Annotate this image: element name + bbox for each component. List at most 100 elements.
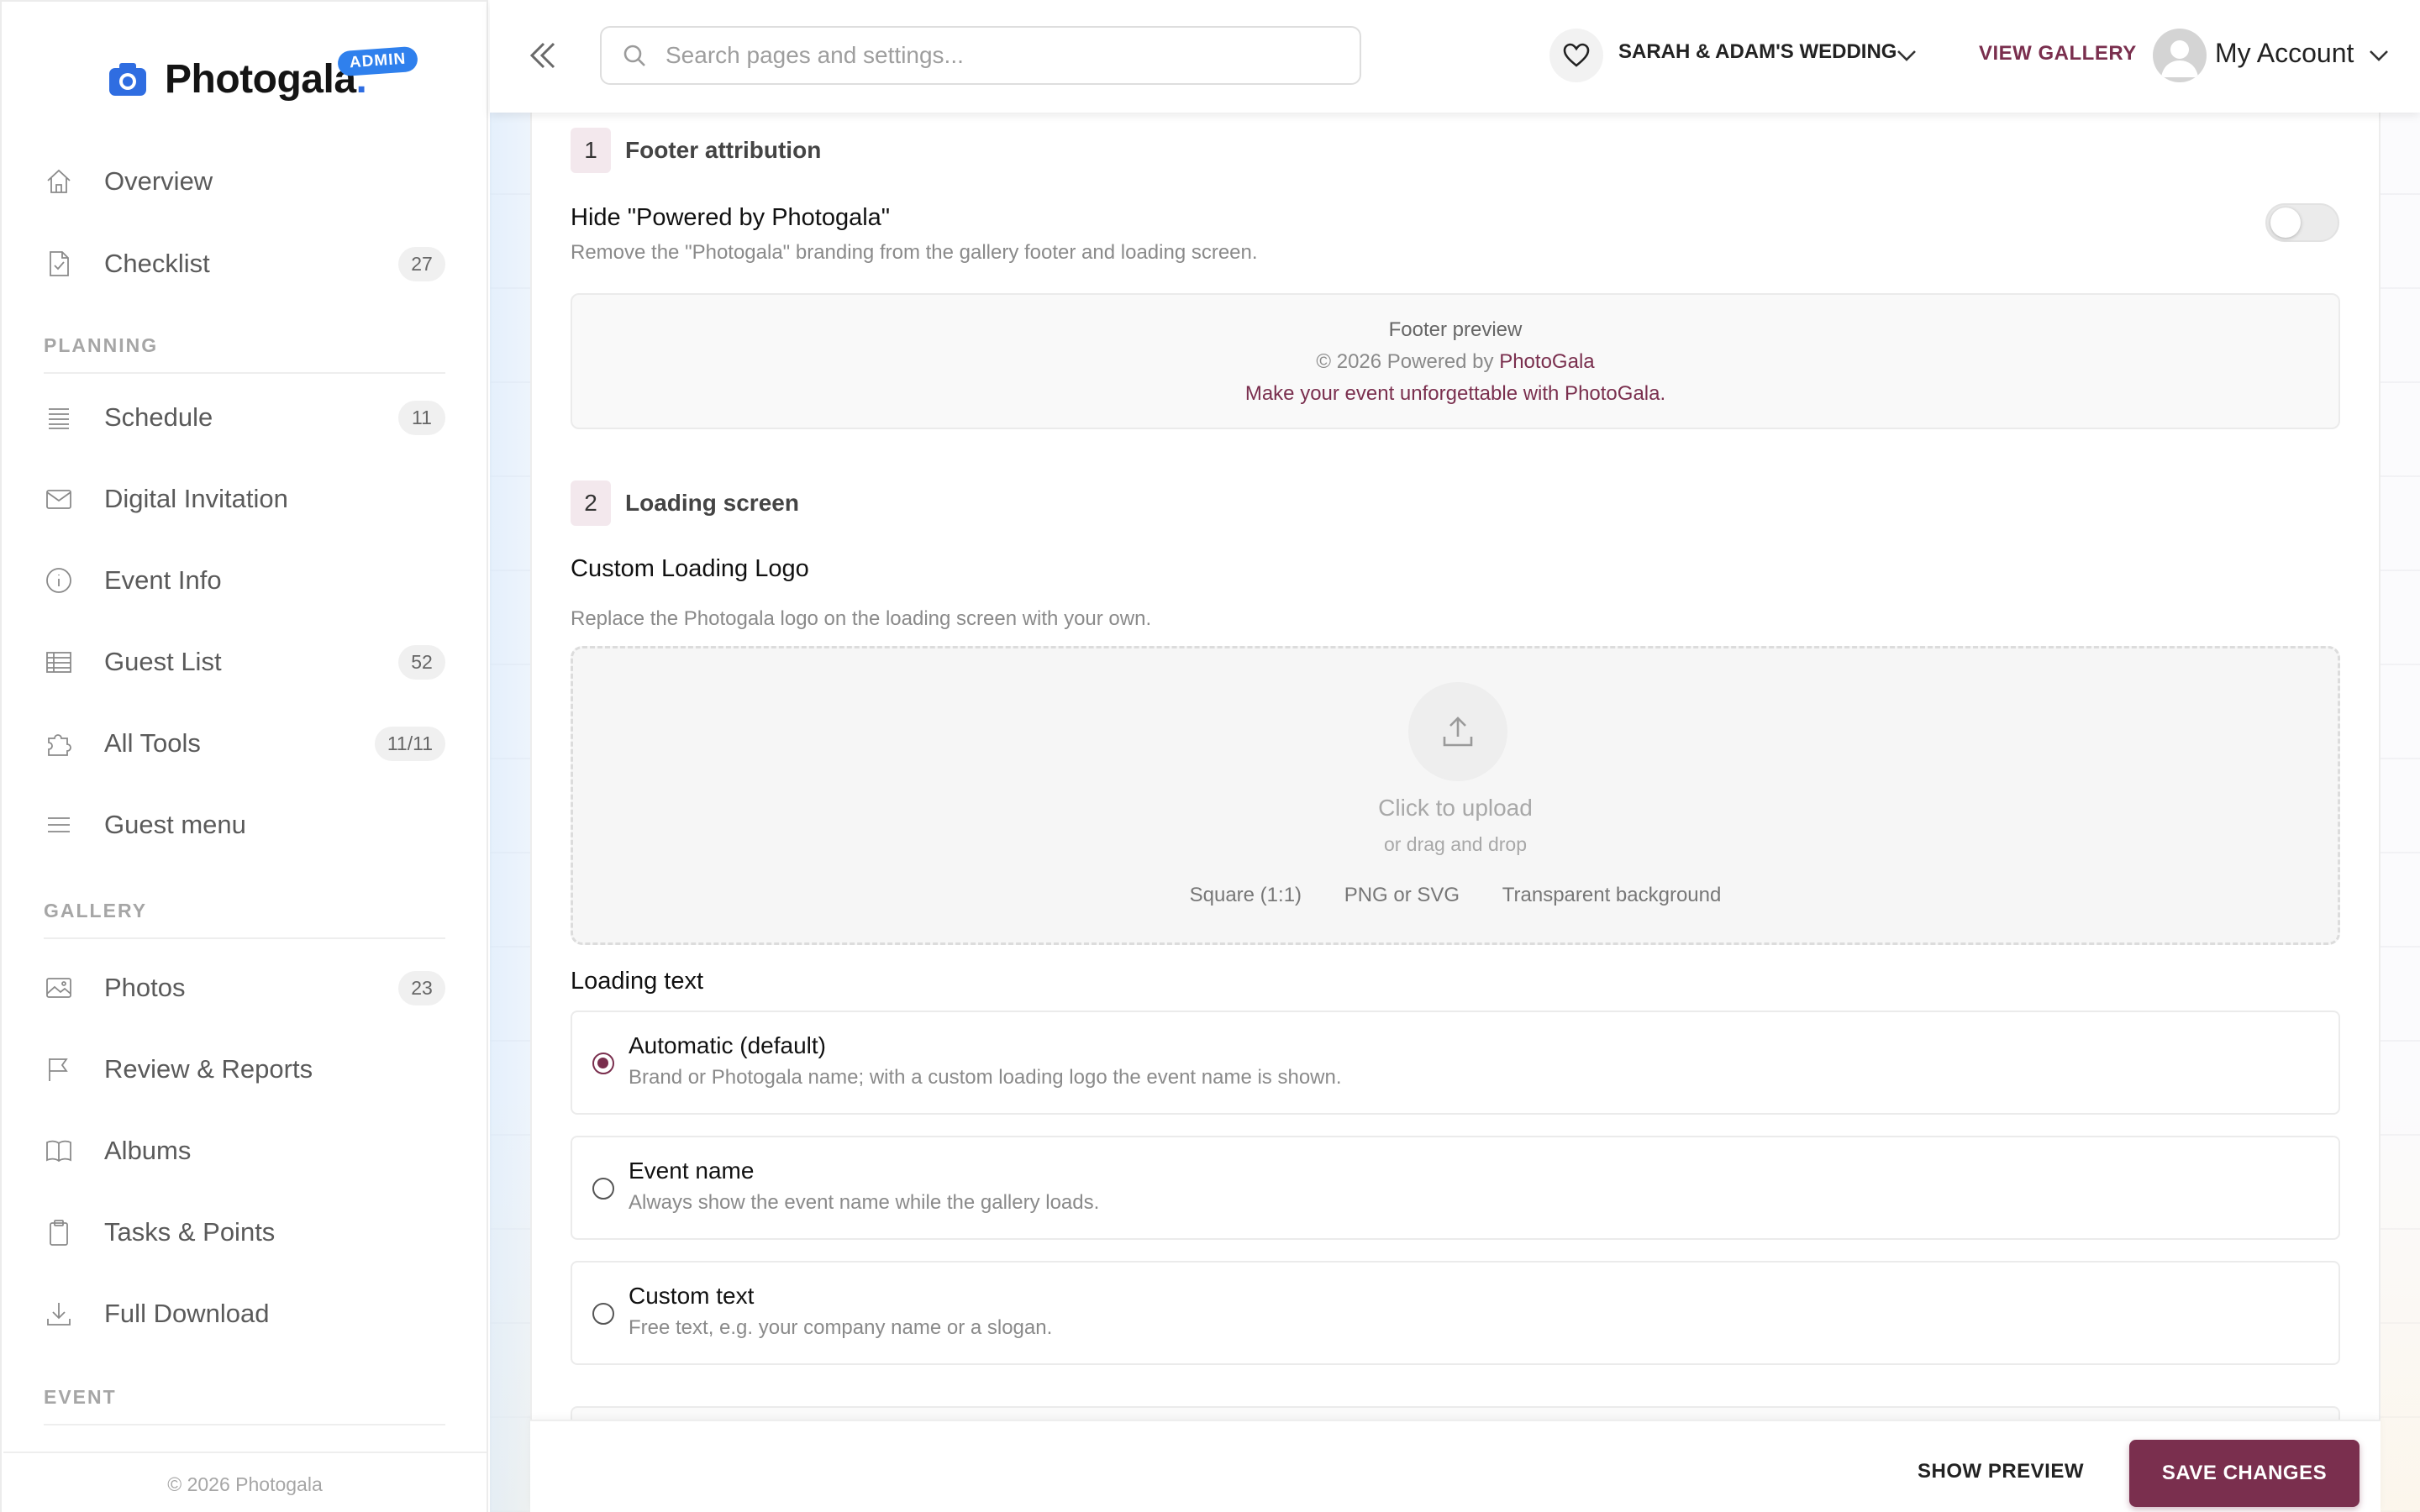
schedule-icon: [44, 401, 91, 434]
sidebar-item-albums[interactable]: Albums: [44, 1117, 445, 1184]
view-gallery-link[interactable]: VIEW GALLERY: [1979, 42, 2137, 66]
flag-icon: [44, 1053, 91, 1086]
step-number: 1: [571, 128, 611, 173]
option-title: Hide "Powered by Photogala": [571, 204, 891, 231]
sidebar-item-all-tools[interactable]: All Tools 11/11: [44, 710, 445, 777]
search-icon: [623, 45, 645, 66]
hide-branding-toggle[interactable]: [2265, 203, 2339, 242]
sidebar-item-label: Overview: [104, 166, 213, 196]
footer-preview-label: Footer preview: [1388, 318, 1523, 341]
clipboard-icon: [44, 1215, 91, 1249]
sidebar-item-checklist[interactable]: Checklist 27: [44, 230, 445, 297]
radio-button[interactable]: [592, 1178, 614, 1200]
step-number: 2: [571, 480, 611, 526]
checklist-icon: [44, 247, 91, 281]
sidebar: Photogala. ADMIN Overview Checklist 27 P…: [0, 0, 488, 1512]
chevron-down-icon[interactable]: [2365, 42, 2392, 69]
sidebar-item-label: Full Download: [104, 1299, 270, 1328]
section-label-event: EVENT: [44, 1386, 445, 1425]
chevron-down-icon[interactable]: [1893, 42, 1920, 69]
radio-button[interactable]: [592, 1303, 614, 1325]
sidebar-item-label: Albums: [104, 1136, 192, 1165]
sidebar-item-photos[interactable]: Photos 23: [44, 954, 445, 1021]
section-label-gallery: GALLERY: [44, 900, 445, 939]
footer-preview-copyright: © 2026 Powered by PhotoGala: [1316, 350, 1595, 373]
sidebar-item-label: Schedule: [104, 402, 213, 432]
image-icon: [44, 971, 91, 1005]
upload-hint: Transparent background: [1502, 884, 1722, 906]
table-icon: [44, 645, 91, 679]
heart-icon[interactable]: [1549, 29, 1603, 82]
search-box[interactable]: [600, 26, 1361, 85]
radio-option-description: Free text, e.g. your company name or a s…: [629, 1316, 1053, 1339]
sidebar-item-label: Guest menu: [104, 810, 246, 839]
sidebar-item-label: Checklist: [104, 249, 210, 278]
radio-option-title: Automatic (default): [629, 1032, 826, 1058]
footer-preview-brand-link[interactable]: PhotoGala: [1499, 350, 1594, 373]
upload-icon: [1408, 682, 1507, 781]
loading-text-option-custom-text[interactable]: Custom text Free text, e.g. your company…: [571, 1261, 2340, 1365]
sidebar-item-schedule[interactable]: Schedule 11: [44, 384, 445, 451]
option-title: Custom Loading Logo: [571, 555, 809, 582]
brand-name: Photogala.: [165, 56, 367, 102]
info-icon: [44, 564, 91, 597]
upload-hint: Square (1:1): [1189, 884, 1302, 906]
download-icon: [44, 1297, 91, 1331]
count-badge: 52: [398, 644, 445, 680]
sidebar-footer: © 2026 Photogala: [3, 1452, 487, 1512]
sidebar-item-guest-menu[interactable]: Guest menu: [44, 791, 445, 858]
option-title: Loading text: [571, 968, 704, 995]
upload-hints: Square (1:1) PNG or SVG Transparent back…: [573, 884, 2338, 907]
sidebar-item-digital-invitation[interactable]: Digital Invitation: [44, 465, 445, 533]
admin-badge: ADMIN: [337, 45, 419, 77]
action-bar: [530, 1420, 2381, 1512]
avatar[interactable]: [2153, 29, 2207, 82]
brand-logo[interactable]: Photogala. ADMIN: [108, 45, 419, 113]
sidebar-item-overview[interactable]: Overview: [44, 148, 445, 215]
book-icon: [44, 1134, 91, 1168]
sidebar-item-label: Digital Invitation: [104, 484, 288, 513]
search-input[interactable]: [666, 42, 1338, 69]
upload-hint: PNG or SVG: [1344, 884, 1460, 906]
footer-preview-tagline: Make your event unforgettable with Photo…: [1244, 382, 1666, 405]
sidebar-item-review-reports[interactable]: Review & Reports: [44, 1036, 445, 1103]
radio-option-description: Brand or Photogala name; with a custom l…: [629, 1066, 1342, 1089]
option-description: Remove the "Photogala" branding from the…: [571, 241, 1258, 264]
sidebar-item-label: Review & Reports: [104, 1054, 313, 1084]
footer-preview: Footer preview © 2026 Powered by PhotoGa…: [571, 293, 2340, 429]
section-title: Footer attribution: [625, 137, 822, 163]
option-description: Replace the Photogala logo on the loadin…: [571, 607, 1152, 630]
sidebar-item-label: Guest List: [104, 647, 222, 676]
section-title: Loading screen: [625, 490, 799, 516]
account-menu[interactable]: My Account: [2215, 38, 2354, 69]
sidebar-item-event-info[interactable]: Event Info: [44, 547, 445, 614]
save-changes-button[interactable]: SAVE CHANGES: [2129, 1440, 2360, 1507]
sidebar-item-guest-list[interactable]: Guest List 52: [44, 628, 445, 696]
sidebar-item-label: Event Info: [104, 565, 222, 595]
puzzle-icon: [44, 727, 91, 760]
section-label-planning: PLANNING: [44, 334, 445, 374]
collapse-sidebar-icon[interactable]: [525, 37, 562, 74]
radio-option-description: Always show the event name while the gal…: [629, 1191, 1100, 1214]
sidebar-item-label: Photos: [104, 973, 186, 1002]
radio-option-title: Custom text: [629, 1283, 755, 1309]
home-icon: [44, 165, 91, 198]
radio-button[interactable]: [592, 1053, 614, 1074]
sidebar-item-full-download[interactable]: Full Download: [44, 1280, 445, 1347]
count-badge: 11/11: [374, 726, 445, 761]
logo-upload-dropzone[interactable]: Click to upload or drag and drop Square …: [571, 646, 2340, 945]
top-header: SARAH & ADAM'S WEDDING VIEW GALLERY My A…: [490, 0, 2420, 113]
count-badge: 11: [398, 400, 445, 435]
sidebar-item-tasks-points[interactable]: Tasks & Points: [44, 1199, 445, 1266]
show-preview-button[interactable]: SHOW PREVIEW: [1918, 1460, 2084, 1483]
upload-subtitle: or drag and drop: [1383, 833, 1528, 855]
upload-title: Click to upload: [1378, 795, 1533, 821]
toggle-knob: [2270, 207, 2301, 238]
camera-icon: [109, 63, 146, 96]
radio-option-title: Event name: [629, 1158, 755, 1184]
event-selector[interactable]: SARAH & ADAM'S WEDDING: [1618, 40, 1897, 64]
loading-text-option-automatic[interactable]: Automatic (default) Brand or Photogala n…: [571, 1011, 2340, 1115]
mail-icon: [44, 482, 91, 516]
loading-text-option-event-name[interactable]: Event name Always show the event name wh…: [571, 1136, 2340, 1240]
sidebar-item-label: Tasks & Points: [104, 1217, 276, 1247]
